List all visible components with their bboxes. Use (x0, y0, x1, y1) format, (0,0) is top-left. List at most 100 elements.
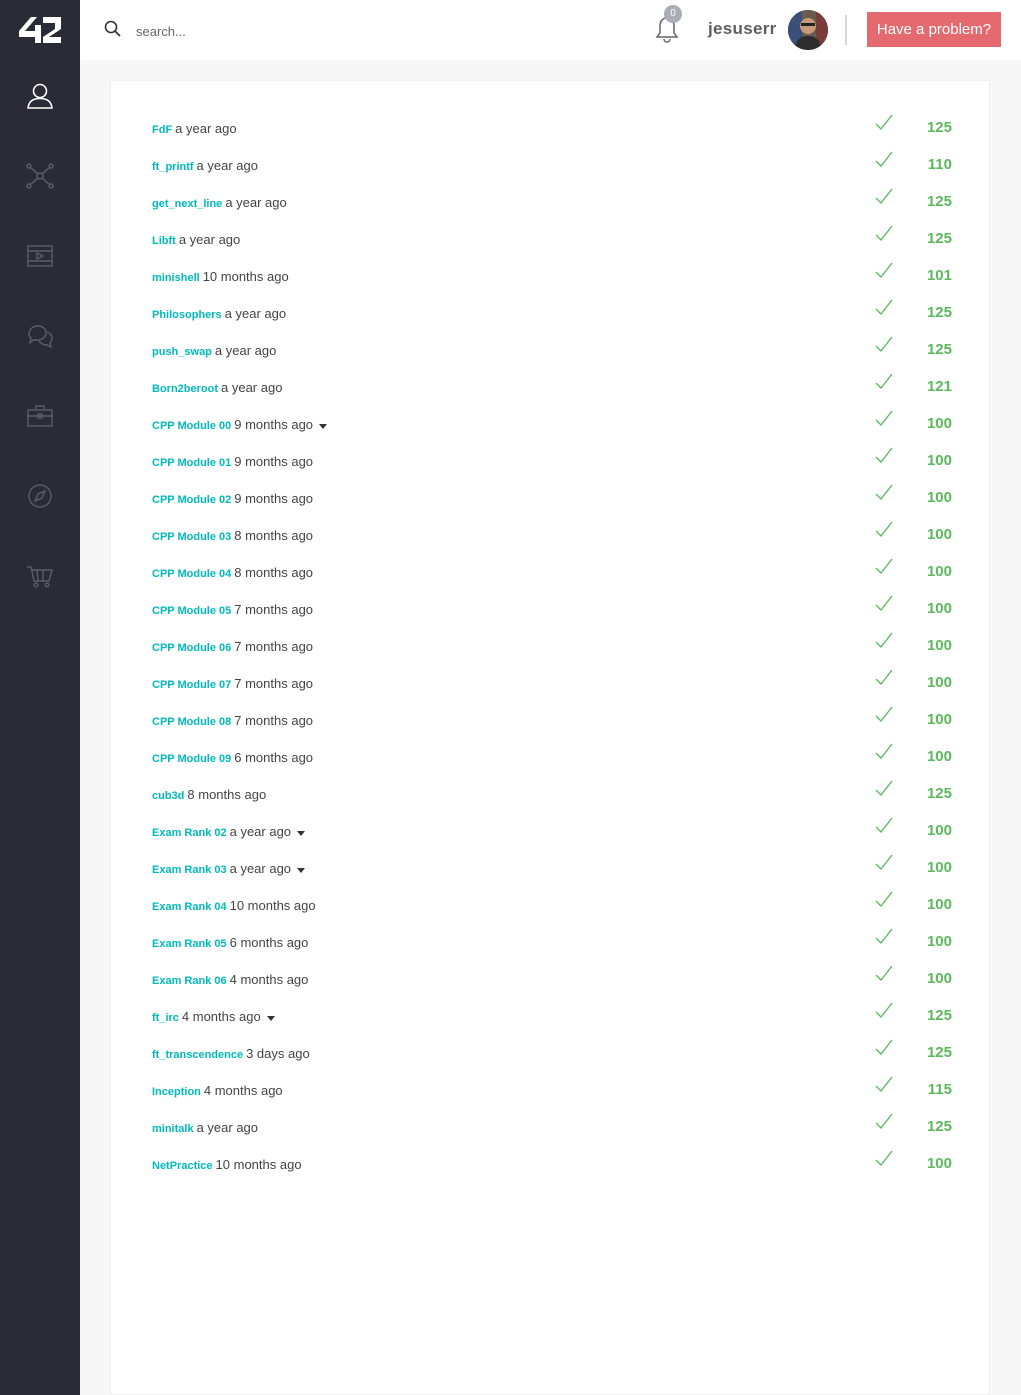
check-icon (875, 373, 893, 389)
project-name-link[interactable]: NetPractice 10 months ago (152, 1157, 302, 1172)
project-row: cub3d 8 months ago 125 (152, 777, 952, 814)
project-name[interactable]: Exam Rank 04 (152, 901, 227, 913)
project-date: 7 months ago (234, 639, 314, 654)
notification-count-badge: 0 (664, 5, 682, 23)
username[interactable]: jesuserr (708, 19, 777, 39)
project-name[interactable]: CPP Module 07 (152, 679, 231, 691)
project-date: 7 months ago (234, 602, 314, 617)
caret-down-icon[interactable] (297, 867, 306, 873)
project-row: Exam Rank 03 a year ago 100 (152, 851, 952, 888)
sidebar-item-elearning[interactable] (0, 236, 80, 276)
project-name[interactable]: Libft (152, 235, 176, 247)
logo-42[interactable] (0, 0, 80, 60)
sidebar-item-shop[interactable] (0, 556, 80, 596)
project-name-link[interactable]: Born2beroot a year ago (152, 380, 282, 395)
project-score: 125 (862, 185, 952, 222)
project-score-value: 125 (926, 1044, 952, 1061)
project-score-value: 100 (926, 452, 952, 469)
project-name-link[interactable]: CPP Module 07 7 months ago (152, 676, 313, 691)
top-bar: 0 jesuserr Have a problem? (80, 0, 1021, 60)
project-date: 10 months ago (229, 898, 316, 913)
project-score-value: 100 (926, 489, 952, 506)
project-name[interactable]: CPP Module 00 (152, 420, 231, 432)
project-name-link[interactable]: ft_irc 4 months ago (152, 1009, 275, 1024)
project-name[interactable]: FdF (152, 124, 172, 136)
project-name[interactable]: cub3d (152, 790, 184, 802)
project-name-link[interactable]: Exam Rank 06 4 months ago (152, 972, 308, 987)
sidebar-item-forum[interactable] (0, 316, 80, 356)
project-name[interactable]: ft_irc (152, 1012, 179, 1024)
check-icon (875, 225, 893, 241)
project-name[interactable]: CPP Module 04 (152, 568, 231, 580)
project-name-link[interactable]: push_swap a year ago (152, 343, 276, 358)
project-name[interactable]: get_next_line (152, 198, 222, 210)
project-name[interactable]: CPP Module 09 (152, 753, 231, 765)
project-name-link[interactable]: FdF a year ago (152, 121, 237, 136)
project-date: 7 months ago (234, 713, 314, 728)
project-name-link[interactable]: CPP Module 03 8 months ago (152, 528, 313, 543)
sidebar-item-holygraph[interactable] (0, 156, 80, 196)
project-name[interactable]: Exam Rank 05 (152, 938, 227, 950)
project-name[interactable]: minishell (152, 272, 200, 284)
avatar[interactable] (788, 10, 828, 50)
project-score: 125 (862, 222, 952, 259)
project-name-link[interactable]: CPP Module 00 9 months ago (152, 417, 328, 432)
project-name-link[interactable]: Exam Rank 02 a year ago (152, 824, 306, 839)
project-score: 100 (862, 592, 952, 629)
project-name-link[interactable]: CPP Module 09 6 months ago (152, 750, 313, 765)
project-name[interactable]: push_swap (152, 346, 212, 358)
project-name-link[interactable]: cub3d 8 months ago (152, 787, 266, 802)
project-name[interactable]: CPP Module 03 (152, 531, 231, 543)
caret-down-icon[interactable] (319, 423, 328, 429)
project-name[interactable]: ft_transcendence (152, 1049, 243, 1061)
check-icon (875, 669, 893, 685)
project-name[interactable]: Philosophers (152, 309, 222, 321)
sidebar-item-explore[interactable] (0, 476, 80, 516)
caret-down-icon[interactable] (297, 830, 306, 836)
search-input[interactable] (136, 20, 436, 42)
project-name[interactable]: CPP Module 01 (152, 457, 231, 469)
project-name-link[interactable]: Philosophers a year ago (152, 306, 286, 321)
project-name[interactable]: Exam Rank 06 (152, 975, 227, 987)
project-name[interactable]: ft_printf (152, 161, 194, 173)
projects-panel: FdF a year ago 125 ft_printf a year ago 110 ge… (110, 80, 990, 1395)
project-name[interactable]: minitalk (152, 1123, 194, 1135)
project-name[interactable]: Inception (152, 1086, 201, 1098)
project-name-link[interactable]: CPP Module 01 9 months ago (152, 454, 313, 469)
project-name[interactable]: Born2beroot (152, 383, 218, 395)
project-name-link[interactable]: Exam Rank 05 6 months ago (152, 935, 308, 950)
project-name[interactable]: CPP Module 05 (152, 605, 231, 617)
project-name-link[interactable]: Libft a year ago (152, 232, 240, 247)
project-name-link[interactable]: minitalk a year ago (152, 1120, 258, 1135)
project-name[interactable]: CPP Module 08 (152, 716, 231, 728)
caret-down-icon[interactable] (266, 1015, 275, 1021)
project-score: 125 (862, 1110, 952, 1147)
check-icon (875, 595, 893, 611)
project-name-link[interactable]: get_next_line a year ago (152, 195, 287, 210)
project-score-value: 100 (926, 637, 952, 654)
project-name[interactable]: Exam Rank 02 (152, 827, 227, 839)
project-name-link[interactable]: Exam Rank 03 a year ago (152, 861, 306, 876)
project-name[interactable]: CPP Module 06 (152, 642, 231, 654)
project-score: 100 (862, 1147, 952, 1184)
project-name[interactable]: NetPractice (152, 1160, 213, 1172)
sidebar-item-profile[interactable] (0, 76, 80, 116)
project-name-link[interactable]: CPP Module 06 7 months ago (152, 639, 313, 654)
check-icon (875, 891, 893, 907)
project-name-link[interactable]: CPP Module 02 9 months ago (152, 491, 313, 506)
project-name[interactable]: Exam Rank 03 (152, 864, 227, 876)
project-name-link[interactable]: ft_transcendence 3 days ago (152, 1046, 310, 1061)
search-icon[interactable] (104, 20, 122, 38)
project-name-link[interactable]: CPP Module 08 7 months ago (152, 713, 313, 728)
check-icon (875, 447, 893, 463)
project-name-link[interactable]: minishell 10 months ago (152, 269, 289, 284)
project-name-link[interactable]: CPP Module 04 8 months ago (152, 565, 313, 580)
project-name-link[interactable]: CPP Module 05 7 months ago (152, 602, 313, 617)
have-a-problem-button[interactable]: Have a problem? (867, 12, 1001, 47)
project-name-link[interactable]: ft_printf a year ago (152, 158, 258, 173)
project-name-link[interactable]: Inception 4 months ago (152, 1083, 283, 1098)
project-name-link[interactable]: Exam Rank 04 10 months ago (152, 898, 316, 913)
project-name[interactable]: CPP Module 02 (152, 494, 231, 506)
sidebar-item-companies[interactable] (0, 396, 80, 436)
project-date: 6 months ago (229, 935, 309, 950)
